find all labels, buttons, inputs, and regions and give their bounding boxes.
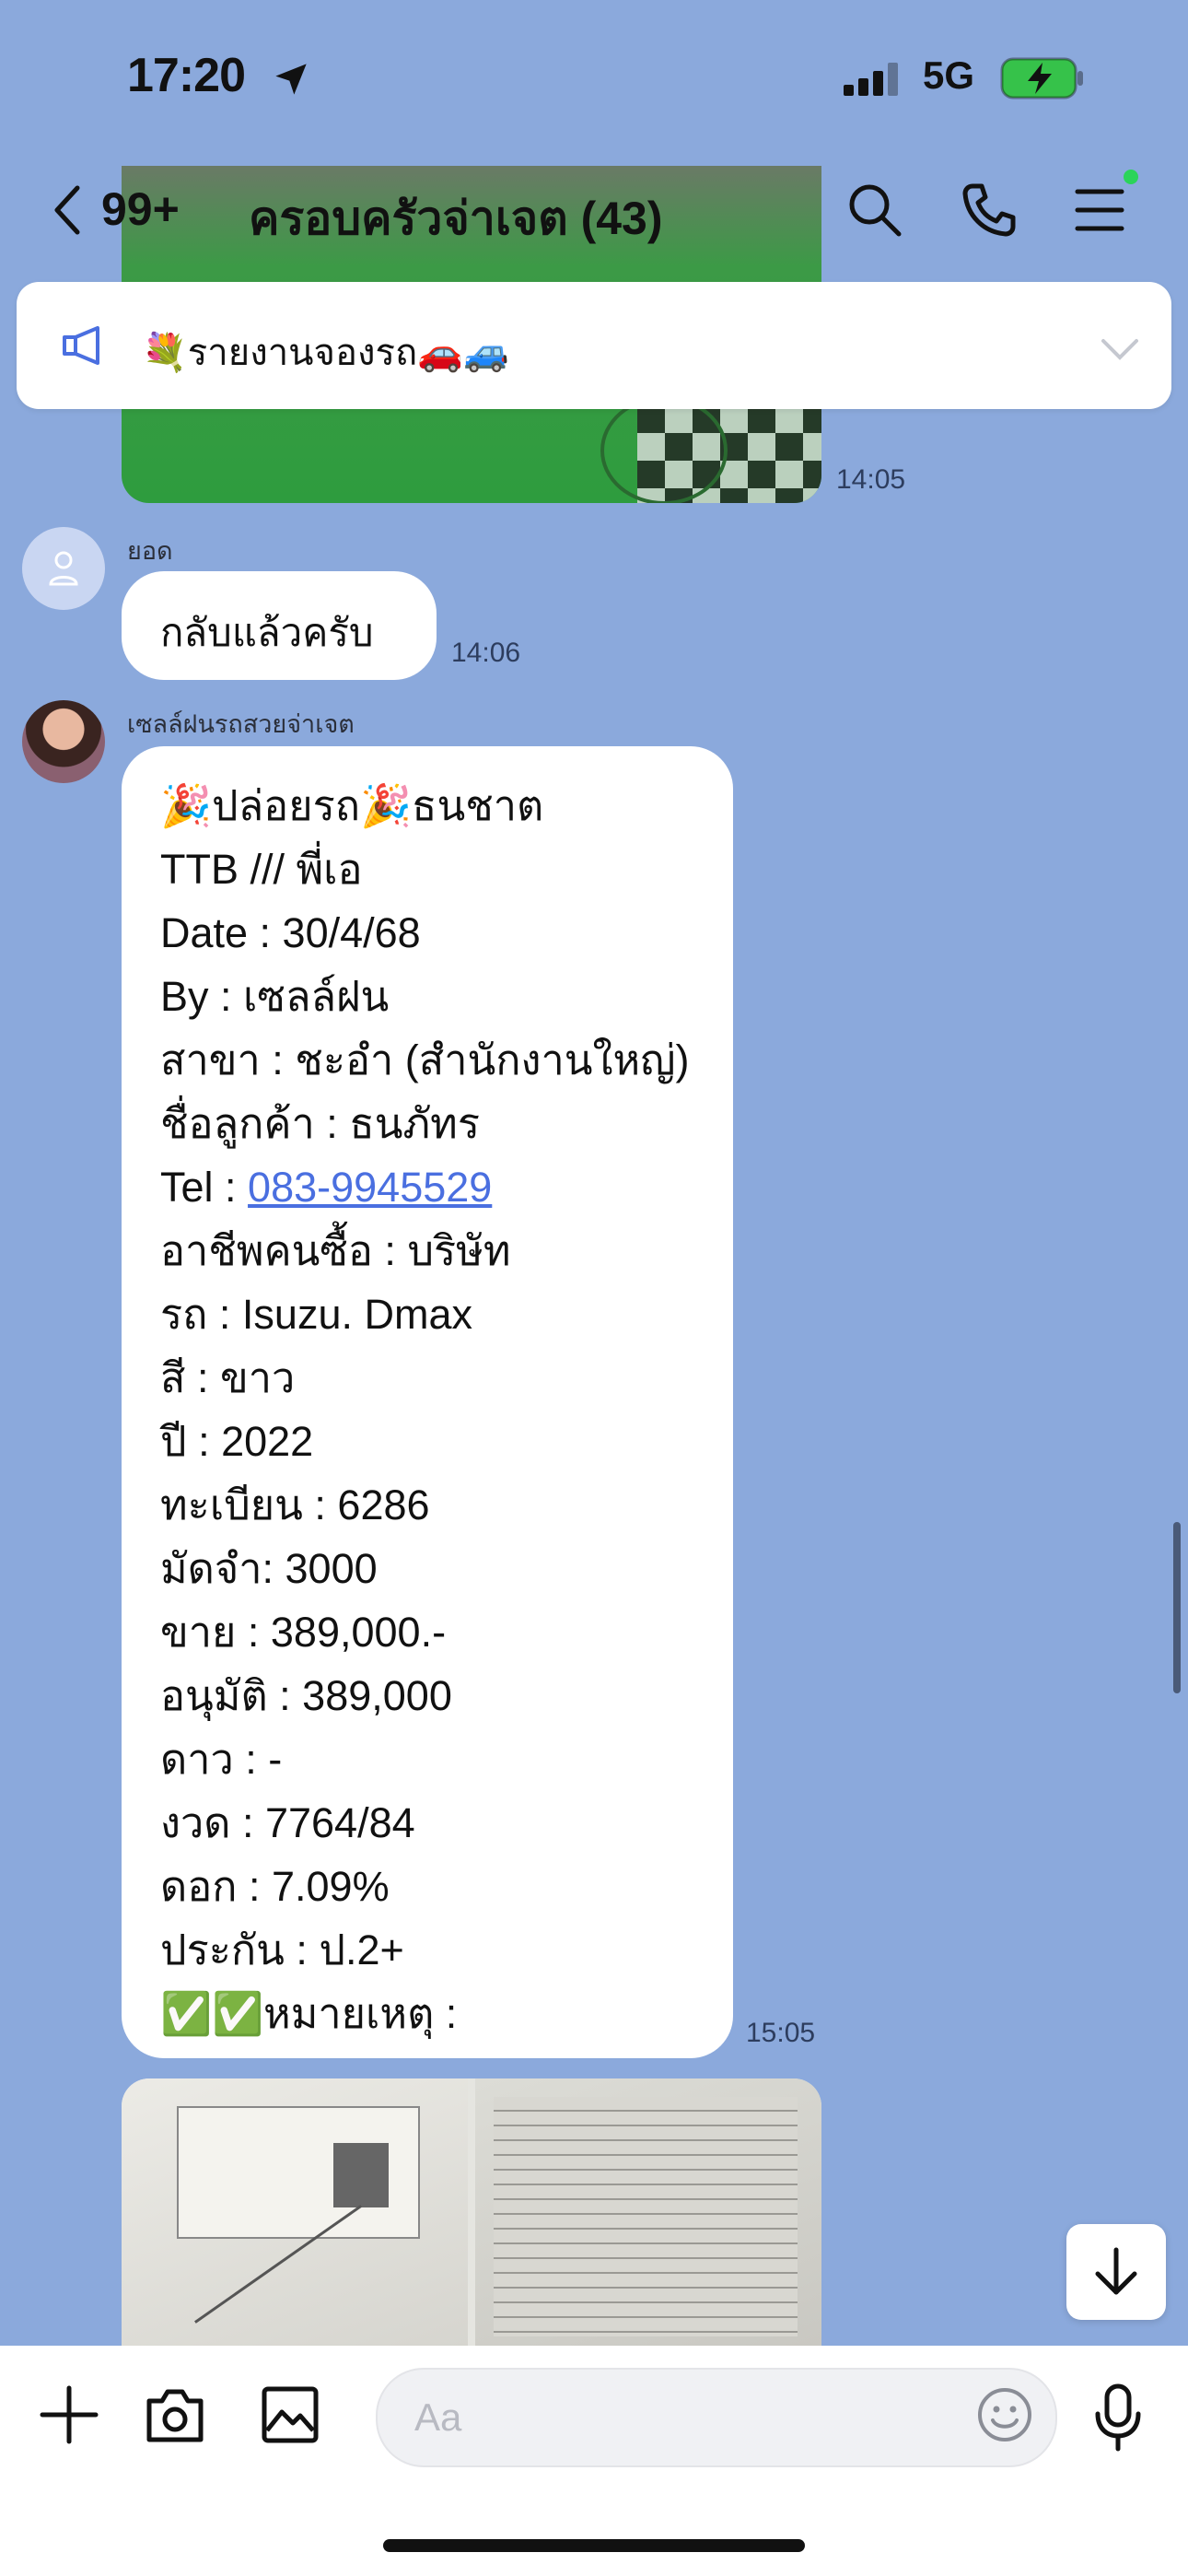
message-line: ประกัน : ป.2+ [160,1926,404,1973]
message-input[interactable] [376,2368,1057,2467]
announcement-text: 💐รายงานจองรถ🚗🚙 [142,333,509,373]
message-line: สี : ขาว [160,1354,296,1401]
message-text: กลับแล้วครับ [160,611,374,654]
message-line: 🎉ปล่อยรถ🎉ธนชาต [160,782,544,829]
message-line: ✅✅หมายเหตุ : [160,1990,458,2037]
message-line: ขาย : 389,000.- [160,1609,447,1656]
message-line-label: Tel : [160,1164,249,1211]
avatar[interactable] [22,527,105,610]
message-line: Date : 30/4/68 [160,909,421,956]
battery-icon [1000,57,1083,100]
scrollbar[interactable] [1173,1522,1181,1693]
message-line: TTB /// พี่เอ [160,846,363,893]
message-line: ดาว : - [160,1736,283,1783]
contract-photo[interactable] [475,2078,821,2346]
message-line: สาขา : ชะอำ (สำนักงานใหญ่) [160,1036,690,1083]
message-line: มัดจำ: 3000 [160,1545,378,1592]
message-line: อนุมัติ : 389,000 [160,1672,452,1719]
message-line: By : เซลล์ฝน [160,973,390,1020]
menu-icon[interactable] [1074,184,1125,236]
plus-icon[interactable] [37,2383,101,2447]
message-time: 14:06 [451,638,521,668]
message-line: ปี : 2022 [160,1418,314,1465]
announcement-banner[interactable]: 💐รายงานจองรถ🚗🚙 [17,282,1171,409]
message-time: 15:05 [746,2018,816,2048]
message-time: 14:05 [836,464,906,495]
id-card-photo[interactable] [122,2078,468,2346]
mic-icon[interactable] [1090,2383,1146,2453]
network-type: 5G [923,53,975,97]
phone-link[interactable]: 083-9945529 [248,1164,492,1211]
user-icon [49,551,78,586]
message-line: อาชีพคนซื้อ : บริษัท [160,1227,511,1274]
message-line: ดอก : 7.09% [160,1863,390,1910]
back-chevron-icon[interactable] [50,182,87,238]
scroll-to-bottom-button[interactable] [1066,2224,1166,2320]
unread-count[interactable]: 99+ [101,182,180,236]
avatar[interactable] [22,700,105,783]
camera-icon[interactable] [144,2384,206,2445]
message-line: รถ : Isuzu. Dmax [160,1291,472,1338]
megaphone-icon [63,326,99,365]
chat-title[interactable]: ครอบครัวจ่าเจต (43) [249,182,663,255]
location-arrow-icon [275,64,307,95]
arrow-down-icon [1095,2247,1137,2295]
home-indicator [383,2539,805,2552]
sender-name: เซลล์ฝนรถสวยจ่าเจต [127,710,355,738]
image-icon[interactable] [260,2384,320,2445]
input-placeholder: Aa [414,2395,462,2439]
chevron-down-icon[interactable] [1100,337,1140,361]
message-line: งวด : 7764/84 [160,1799,415,1846]
search-icon[interactable] [845,181,904,240]
message-line: ทะเบียน : 6286 [160,1481,430,1528]
status-time: 17:20 [127,49,246,102]
emoji-icon[interactable] [976,2386,1033,2443]
notification-dot [1124,170,1138,184]
shared-documents-photo[interactable] [122,2078,821,2346]
sender-name: ยอด [127,537,173,565]
call-icon[interactable] [960,181,1019,240]
signal-icon [844,63,898,96]
message-line: Tel : 083-9945529 [160,1155,492,1219]
message-line: ชื่อลูกค้า : ธนภัทร [160,1100,480,1147]
